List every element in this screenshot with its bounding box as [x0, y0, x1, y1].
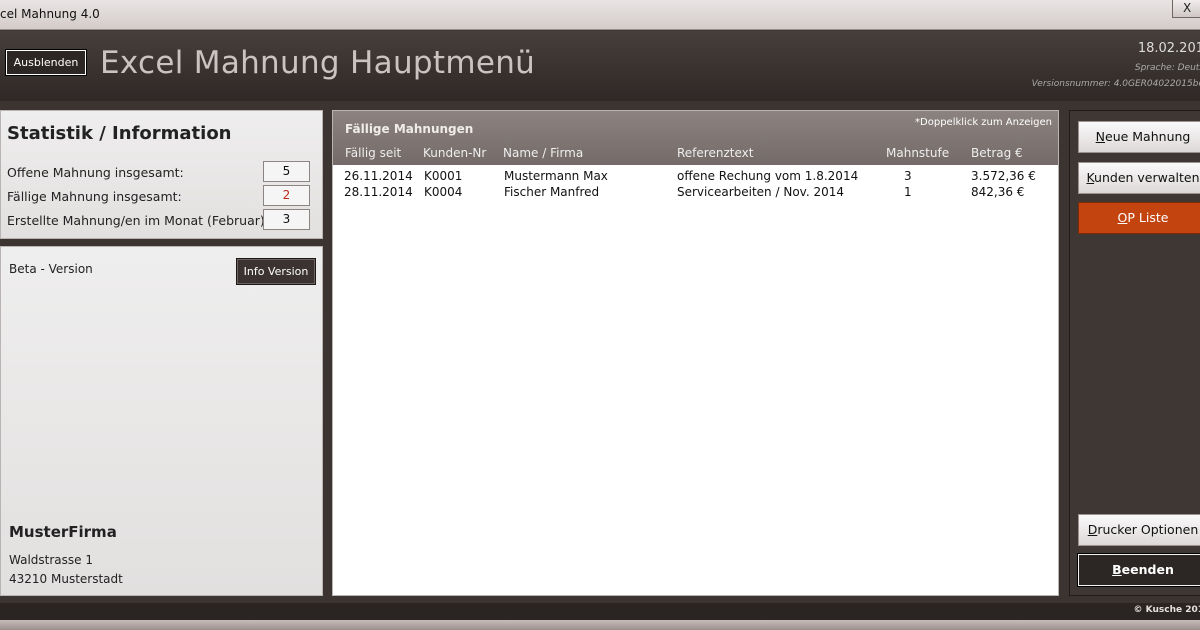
header-date: 18.02.201 — [1137, 41, 1200, 56]
hide-button[interactable]: Ausblenden — [5, 49, 87, 76]
due-reminders-list[interactable]: Fällige Mahnungen *Doppelklick zum Anzei… — [332, 110, 1059, 596]
statistics-heading: Statistik / Information — [7, 123, 232, 144]
new-reminder-button[interactable]: Neue Mahnung — [1078, 121, 1200, 153]
cell-customer: K0001 — [424, 169, 463, 183]
cell-level: 3 — [904, 169, 912, 183]
cell-date: 26.11.2014 — [344, 169, 413, 183]
info-version-button[interactable]: Info Version — [236, 258, 316, 285]
cell-date: 28.11.2014 — [344, 185, 413, 199]
window-title: cel Mahnung 4.0 — [0, 7, 100, 21]
company-city: 43210 Musterstadt — [9, 572, 123, 586]
cell-amount: 842,36 € — [971, 185, 1025, 199]
window-bottom-edge — [0, 620, 1200, 630]
stat-label-month: Erstellte Mahnung/en im Monat (Februar): — [7, 213, 269, 228]
op-list-button[interactable]: OP Liste — [1078, 202, 1200, 234]
cell-amount: 3.572,36 € — [971, 169, 1036, 183]
footer: © Kusche 201 — [0, 603, 1200, 620]
cell-level: 1 — [904, 185, 912, 199]
column-header-amount[interactable]: Betrag € — [971, 146, 1023, 160]
statistics-panel: Statistik / Information Offene Mahnung i… — [0, 110, 323, 239]
beta-label: Beta - Version — [9, 262, 93, 276]
cell-reference: Servicearbeiten / Nov. 2014 — [677, 185, 844, 199]
list-header: Fällige Mahnungen *Doppelklick zum Anzei… — [333, 111, 1058, 165]
stat-label-due: Fällige Mahnung insgesamt: — [7, 189, 182, 204]
header-language: Sprache: Deuts — [1134, 63, 1200, 73]
column-header-name[interactable]: Name / Firma — [503, 146, 583, 160]
list-title: Fällige Mahnungen — [345, 122, 474, 136]
action-panel: Neue Mahnung Kunden verwalten OP Liste D… — [1069, 110, 1200, 596]
table-row[interactable]: 26.11.2014 K0001 Mustermann Max offene R… — [333, 169, 1058, 185]
column-header-customer[interactable]: Kunden-Nr — [423, 146, 486, 160]
close-button[interactable]: X — [1172, 0, 1200, 18]
cell-name: Fischer Manfred — [504, 185, 600, 199]
table-row[interactable]: 28.11.2014 K0004 Fischer Manfred Service… — [333, 185, 1058, 201]
stat-value-due: 2 — [263, 185, 310, 206]
list-hint: *Doppelklick zum Anzeigen — [915, 117, 1052, 128]
column-header-level[interactable]: Mahnstufe — [886, 146, 949, 160]
stat-label-open: Offene Mahnung insgesamt: — [7, 165, 184, 180]
cell-name: Mustermann Max — [504, 169, 608, 183]
cell-reference: offene Rechung vom 1.8.2014 — [677, 169, 859, 183]
header-version: Versionsnummer: 4.0GER04022015be — [1031, 79, 1200, 89]
page-title: Excel Mahnung Hauptmenü — [100, 45, 536, 81]
header: Ausblenden Excel Mahnung Hauptmenü 18.02… — [0, 31, 1200, 101]
company-street: Waldstrasse 1 — [9, 553, 93, 567]
stat-value-month: 3 — [263, 209, 310, 230]
column-header-date[interactable]: Fällig seit — [345, 146, 401, 160]
printer-options-button[interactable]: Drucker Optionen — [1078, 514, 1200, 546]
manage-customers-button[interactable]: Kunden verwalten — [1078, 162, 1200, 194]
info-panel: Beta - Version Info Version MusterFirma … — [0, 246, 323, 596]
column-header-reference[interactable]: Referenztext — [677, 146, 753, 160]
window-titlebar: cel Mahnung 4.0 X — [0, 0, 1200, 30]
company-name: MusterFirma — [9, 523, 117, 541]
cell-customer: K0004 — [424, 185, 463, 199]
copyright: © Kusche 201 — [1133, 605, 1200, 615]
quit-button[interactable]: Beenden — [1077, 553, 1200, 587]
stat-value-open: 5 — [263, 161, 310, 182]
